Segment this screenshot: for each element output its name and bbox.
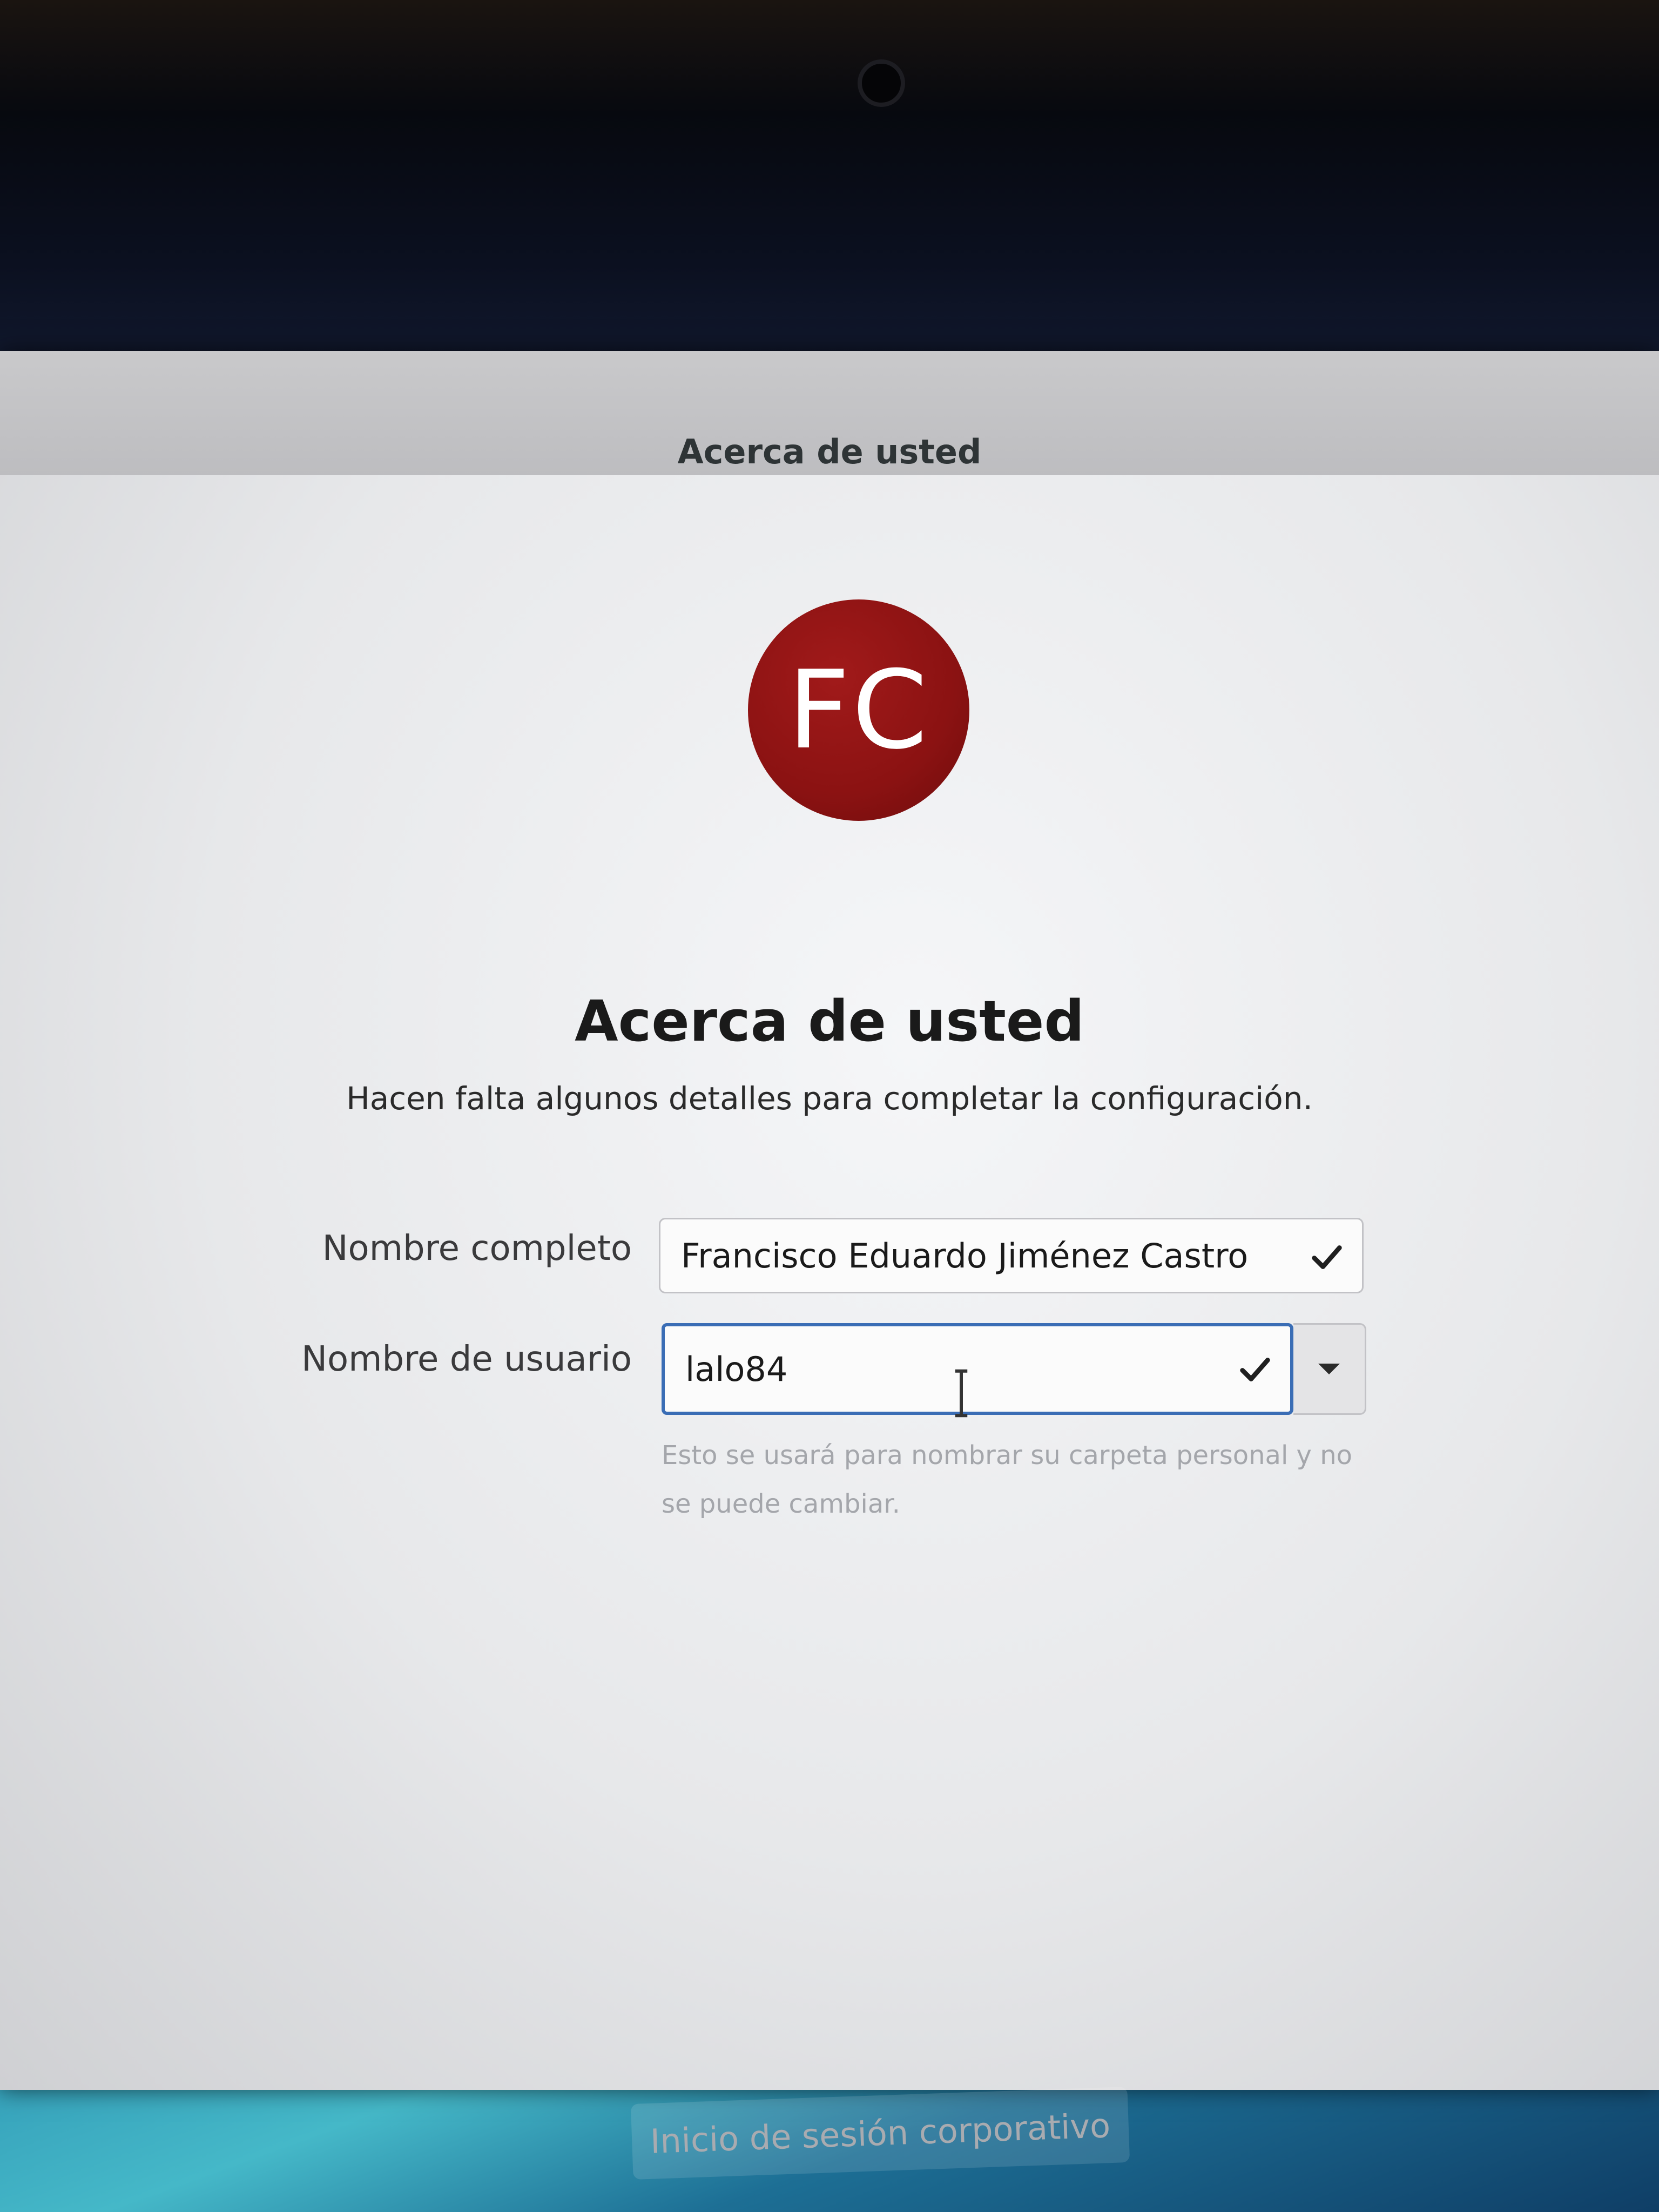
full-name-label: Nombre completo [322,1229,632,1269]
webcam [858,59,905,107]
username-field[interactable]: lalo84 [662,1323,1293,1415]
username-label: Nombre de usuario [301,1339,632,1379]
avatar-initials: FC [787,647,930,773]
full-name-value: Francisco Eduardo Jiménez Castro [681,1236,1249,1276]
page-title: Acerca de usted [575,988,1084,1054]
setup-page: FC Acerca de usted Hacen falta algunos d… [0,475,1659,2180]
avatar[interactable]: FC [748,599,969,821]
header-bar: Acerca de usted [0,351,1659,477]
text-cursor-icon [955,1369,968,1418]
check-icon [1312,1245,1342,1269]
username-value: lalo84 [685,1349,788,1389]
username-suggestions-button[interactable] [1293,1323,1366,1415]
username-hint: Esto se usará para nombrar su carpeta pe… [662,1440,1352,1519]
check-icon [1240,1358,1270,1381]
monitor-bezel [0,0,1659,378]
window-title: Acerca de usted [677,432,982,471]
full-name-field[interactable]: Francisco Eduardo Jiménez Castro [659,1218,1364,1293]
page-subtitle: Hacen falta algunos detalles para comple… [346,1080,1313,1117]
chevron-down-icon [1318,1364,1340,1374]
setup-window: Acerca de usted FC Acerca de usted Hacen… [0,351,1659,2180]
